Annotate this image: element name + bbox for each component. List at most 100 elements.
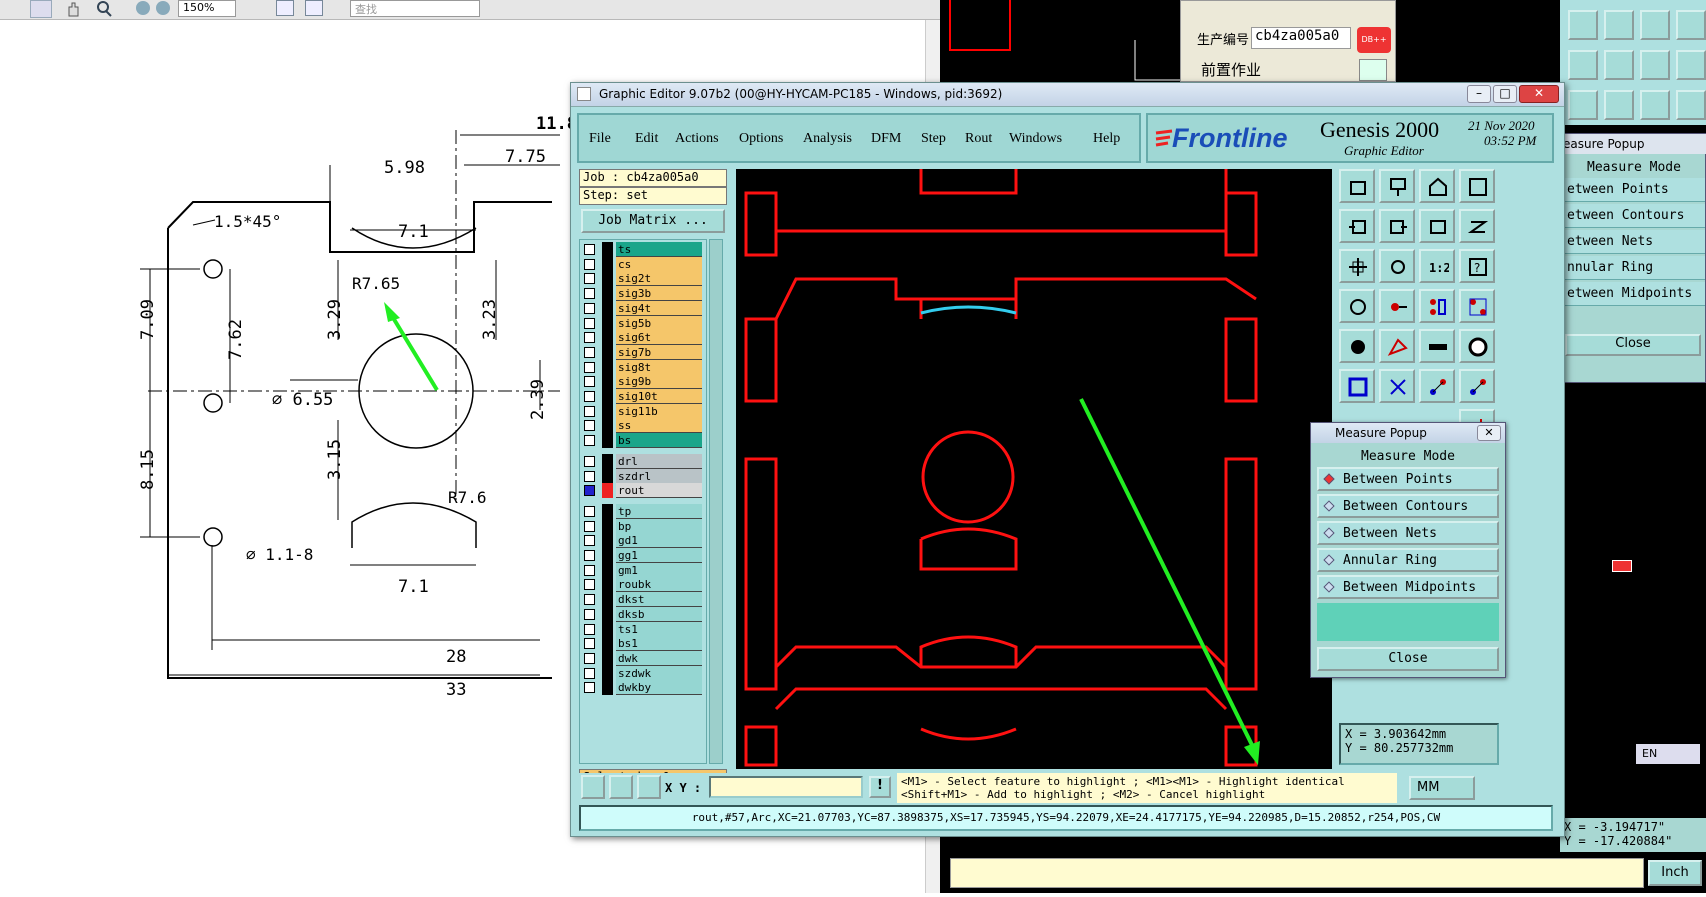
measure-popup-close-icon[interactable]: ✕	[1477, 425, 1501, 441]
grid-mode-icon[interactable]	[637, 775, 661, 799]
layer-checkbox[interactable]	[584, 346, 595, 358]
menu-dfm[interactable]: DFM	[871, 131, 901, 147]
layer-checkbox[interactable]	[584, 623, 595, 635]
menu-help[interactable]: Help	[1093, 131, 1120, 147]
measure-back-opt-3[interactable]: etween Nets	[1563, 230, 1705, 254]
layer-checkbox[interactable]	[584, 520, 595, 532]
measure-close-button[interactable]: Close	[1317, 647, 1499, 671]
layer-checkbox[interactable]	[584, 535, 595, 547]
fit-width-icon[interactable]	[305, 0, 323, 16]
menu-windows[interactable]: Windows	[1009, 131, 1062, 147]
layer-checkbox[interactable]	[584, 652, 595, 664]
layer-checkbox[interactable]	[584, 579, 595, 591]
tree-item-preop[interactable]: 前置作业	[1201, 59, 1261, 80]
layer-row[interactable]: tp	[580, 503, 702, 519]
measure-back-opt-5[interactable]: etween Midpoints	[1563, 282, 1705, 306]
menu-analysis[interactable]: Analysis	[803, 131, 852, 147]
menu-step[interactable]: Step	[921, 131, 946, 147]
zoom-in-box-icon[interactable]	[1339, 249, 1375, 283]
measure-opt-between-midpoints[interactable]: Between Midpoints	[1317, 575, 1499, 599]
exit-icon[interactable]	[1359, 59, 1387, 81]
layer-checkbox[interactable]	[584, 550, 595, 561]
layer-checkbox[interactable]	[584, 485, 595, 497]
layer-row[interactable]: sig7b	[580, 344, 702, 360]
rt-icon-9[interactable]	[1568, 90, 1598, 120]
minimize-button[interactable]: –	[1467, 85, 1491, 103]
layer-row[interactable]: sig10t	[580, 389, 702, 404]
layer-row[interactable]: bs1	[580, 636, 702, 652]
layer-row[interactable]: drl	[580, 453, 702, 469]
measure-back-opt-2[interactable]: etween Contours	[1563, 204, 1705, 228]
home-icon[interactable]	[1419, 169, 1455, 203]
route-icon[interactable]	[1419, 369, 1455, 403]
ruler-icon[interactable]	[1419, 329, 1455, 363]
layer-row[interactable]: roubk	[580, 577, 702, 593]
job-number-field[interactable]: cb4za005a0	[1251, 27, 1351, 49]
zoom-center-icon[interactable]	[1379, 249, 1415, 283]
measure-opt-between-contours[interactable]: Between Contours	[1317, 494, 1499, 518]
rt-icon-2[interactable]	[1604, 10, 1634, 40]
measure-back-opt-4[interactable]: nnular Ring	[1563, 256, 1705, 280]
cross-select-icon[interactable]	[1379, 369, 1415, 403]
pan-left-icon[interactable]	[1339, 209, 1375, 243]
snap-mode-icon[interactable]	[609, 775, 633, 799]
menu-file[interactable]: File	[589, 131, 611, 147]
help-icon[interactable]: ?	[1459, 249, 1495, 283]
layer-row[interactable]: ts	[580, 242, 702, 257]
zoom-tool-icon[interactable]	[94, 0, 114, 18]
layer-checkbox[interactable]	[584, 361, 595, 373]
rt-icon-7[interactable]	[1640, 50, 1670, 80]
layer-checkbox[interactable]	[584, 273, 595, 285]
graphics-canvas[interactable]	[736, 169, 1332, 769]
job-matrix-button[interactable]: Job Matrix ...	[581, 209, 725, 233]
layer-checkbox[interactable]	[584, 420, 595, 432]
layer-row[interactable]: szdwk	[580, 665, 702, 681]
net-vertical-icon[interactable]	[1419, 289, 1455, 323]
inch-units-button[interactable]: Inch	[1648, 860, 1702, 886]
menu-options[interactable]: Options	[739, 131, 783, 147]
layer-row[interactable]: sig3b	[580, 286, 702, 302]
language-indicator[interactable]: EN	[1636, 744, 1700, 764]
zoom-out-icon[interactable]	[136, 1, 150, 15]
layer-checkbox[interactable]	[584, 435, 595, 447]
layer-row[interactable]: sig5b	[580, 315, 702, 331]
layer-checkbox[interactable]	[584, 288, 595, 300]
zoom-select[interactable]: 150%	[178, 0, 236, 17]
close-button[interactable]: ✕	[1519, 85, 1559, 103]
layer-checkbox[interactable]	[584, 564, 595, 576]
pan-right-icon[interactable]	[1379, 209, 1415, 243]
redraw-icon[interactable]	[1459, 209, 1495, 243]
pad-line-icon[interactable]	[1379, 289, 1415, 323]
rt-icon-4[interactable]	[1676, 10, 1706, 40]
hand-tool-icon[interactable]	[64, 0, 84, 18]
layer-checkbox[interactable]	[584, 505, 595, 517]
layer-checkbox[interactable]	[584, 667, 595, 679]
polygon-icon[interactable]	[1379, 329, 1415, 363]
layer-row[interactable]: sig8t	[580, 359, 702, 375]
layer-checkbox[interactable]	[584, 376, 595, 388]
layer-checkbox[interactable]	[584, 258, 595, 270]
db-button[interactable]: DB++	[1357, 27, 1391, 53]
layer-row[interactable]: sig6t	[580, 330, 702, 346]
pan-down-icon[interactable]	[1379, 169, 1415, 203]
net-connect-icon[interactable]	[1339, 369, 1375, 403]
measure-back-close-button[interactable]: Close	[1565, 334, 1701, 356]
layer-row[interactable]: sig4t	[580, 300, 702, 316]
rt-icon-5[interactable]	[1568, 50, 1598, 80]
measure-opt-between-points[interactable]: Between Points	[1317, 467, 1499, 491]
layer-row[interactable]: sig2t	[580, 271, 702, 287]
layer-row[interactable]: dksb	[580, 606, 702, 622]
layer-checkbox[interactable]	[584, 470, 595, 482]
layer-row[interactable]: gm1	[580, 562, 702, 578]
measure-back-opt-1[interactable]: etween Points	[1563, 178, 1705, 202]
net-double-icon[interactable]	[1459, 289, 1495, 323]
rt-icon-6[interactable]	[1604, 50, 1634, 80]
layer-checkbox[interactable]	[584, 391, 595, 402]
alert-button[interactable]: !	[869, 776, 891, 798]
rt-icon-12[interactable]	[1676, 90, 1706, 120]
rt-icon-11[interactable]	[1640, 90, 1670, 120]
scale-1to2-icon[interactable]: 1:2	[1419, 249, 1455, 283]
units-select[interactable]: MM	[1409, 776, 1475, 800]
menu-actions[interactable]: Actions	[675, 131, 719, 147]
layer-checkbox[interactable]	[584, 317, 595, 329]
